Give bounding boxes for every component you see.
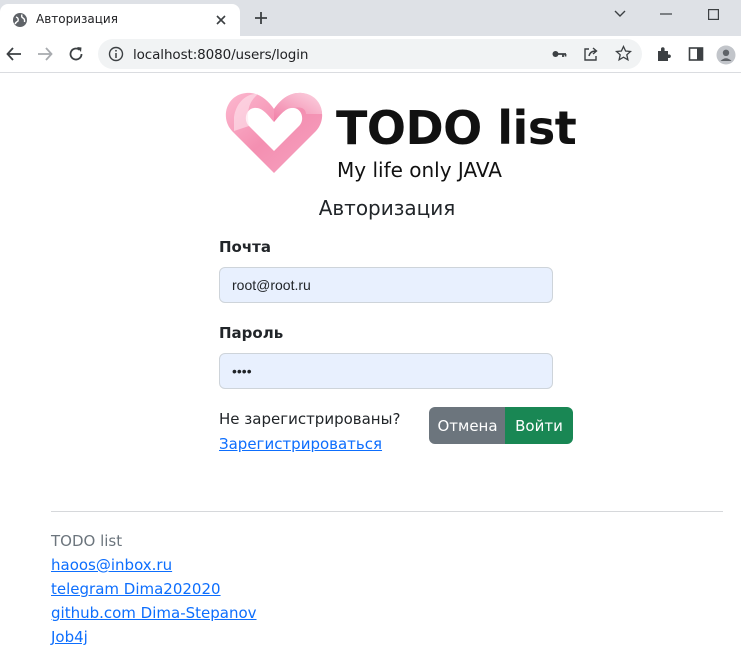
footer-link-github[interactable]: github.com Dima-Stepanov [51, 604, 257, 622]
info-icon[interactable] [108, 46, 124, 62]
key-icon[interactable] [551, 46, 567, 62]
not-registered-text: Не зарегистрированы? [219, 410, 401, 428]
close-icon[interactable] [214, 13, 228, 27]
address-bar[interactable]: localhost:8080/users/login [98, 39, 642, 69]
browser-tab[interactable]: Авторизация [0, 4, 240, 36]
footer-link-email[interactable]: haoos@inbox.ru [51, 556, 172, 574]
star-icon[interactable] [614, 44, 633, 62]
footer-title: TODO list [51, 532, 123, 550]
url-text: localhost:8080/users/login [133, 47, 309, 63]
logo-subtitle: My life only JAVA [337, 158, 502, 182]
browser-toolbar: localhost:8080/users/login [0, 36, 741, 73]
footer-link-telegram[interactable]: telegram Dima202020 [51, 580, 221, 598]
logo-title: TODO list [336, 101, 577, 155]
password-field[interactable] [219, 353, 553, 389]
minimize-icon[interactable] [643, 0, 689, 28]
browser-tabstrip: Авторизация [0, 0, 741, 36]
maximize-icon[interactable] [690, 0, 736, 28]
cancel-button[interactable]: Отмена [429, 407, 506, 444]
forward-icon[interactable] [36, 45, 54, 63]
footer-divider [51, 511, 723, 512]
reload-icon[interactable] [67, 45, 85, 63]
back-icon[interactable] [5, 45, 23, 63]
heart-logo-icon [222, 87, 326, 177]
profile-icon[interactable] [716, 45, 736, 65]
globe-icon [12, 12, 28, 28]
share-icon[interactable] [583, 46, 599, 62]
extensions-icon[interactable] [655, 45, 673, 63]
tab-title: Авторизация [36, 12, 118, 26]
login-button[interactable]: Войти [505, 407, 573, 444]
email-field[interactable] [219, 267, 553, 303]
page-title: Авторизация [318, 196, 456, 220]
password-label: Пароль [219, 324, 284, 342]
chevron-down-icon[interactable] [597, 0, 643, 28]
register-link[interactable]: Зарегистрироваться [219, 435, 382, 453]
plus-icon[interactable] [253, 10, 269, 26]
email-label: Почта [219, 238, 271, 256]
footer-link-job4j[interactable]: Job4j [51, 628, 88, 646]
sidebar-icon[interactable] [687, 45, 705, 63]
